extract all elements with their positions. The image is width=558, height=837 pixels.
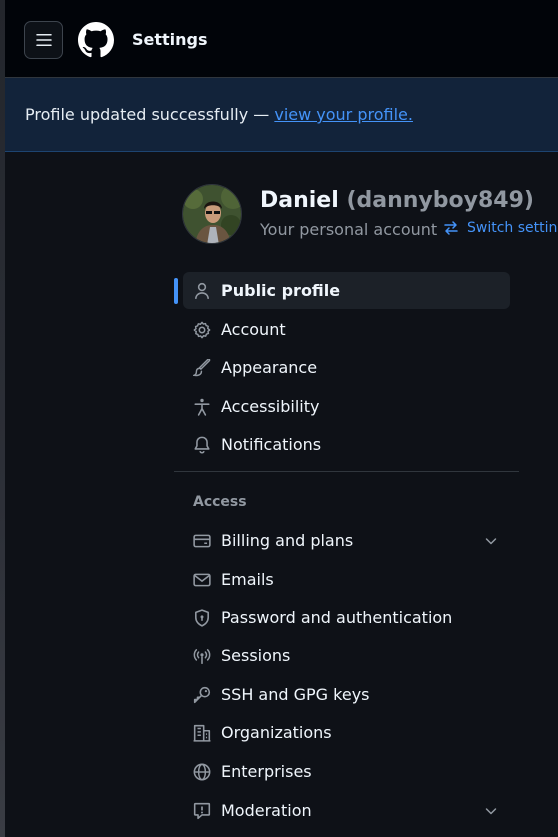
- account-name: Daniel (dannyboy849): [260, 188, 534, 213]
- arrow-switch-icon: [443, 220, 459, 236]
- page-title: Settings: [132, 30, 208, 49]
- nav-ssh-and-gpg-keys[interactable]: SSH and GPG keys: [183, 676, 510, 713]
- section-heading-access: Access: [193, 494, 247, 510]
- accessibility-icon: [193, 398, 211, 416]
- nav-organizations[interactable]: Organizations: [183, 714, 510, 751]
- bell-icon: [193, 436, 211, 454]
- nav-label: Enterprises: [221, 762, 312, 781]
- nav-label: Billing and plans: [221, 531, 354, 550]
- credit-card-icon: [193, 532, 211, 550]
- nav-appearance[interactable]: Appearance: [183, 349, 510, 386]
- nav-label: Account: [221, 320, 286, 339]
- chevron-down-icon[interactable]: [483, 533, 499, 549]
- nav-account[interactable]: Account: [183, 311, 510, 348]
- shield-lock-icon: [193, 609, 211, 627]
- nav-notifications[interactable]: Notifications: [183, 426, 510, 463]
- organization-icon: [193, 724, 211, 742]
- chevron-down-icon[interactable]: [483, 803, 499, 819]
- nav-label: Notifications: [221, 435, 322, 454]
- flash-message: Profile updated successfully —: [25, 105, 275, 124]
- nav-enterprises[interactable]: Enterprises: [183, 753, 510, 790]
- nav-divider: [174, 471, 519, 472]
- key-icon: [193, 686, 211, 704]
- active-indicator: [174, 278, 178, 304]
- nav-public-profile[interactable]: Public profile: [183, 272, 510, 309]
- nav-label: Password and authentication: [221, 608, 453, 627]
- nav-moderation[interactable]: Moderation: [183, 792, 510, 829]
- nav-label: SSH and GPG keys: [221, 685, 370, 704]
- gear-icon: [193, 321, 211, 339]
- nav-accessibility[interactable]: Accessibility: [183, 388, 510, 425]
- nav-label: Emails: [221, 570, 274, 589]
- github-mark-icon[interactable]: [78, 22, 114, 58]
- settings-page: Settings Profile updated successfully — …: [5, 0, 558, 837]
- avatar[interactable]: [182, 184, 242, 244]
- view-profile-link[interactable]: view your profile.: [274, 105, 413, 124]
- account-subtitle: Your personal account: [260, 220, 438, 239]
- nav-billing-and-plans[interactable]: Billing and plans: [183, 522, 510, 559]
- flash-banner: Profile updated successfully — view your…: [5, 78, 558, 152]
- person-icon: [193, 282, 211, 300]
- nav-label: Moderation: [221, 801, 312, 820]
- nav-sessions[interactable]: Sessions: [183, 637, 510, 674]
- nav-label: Accessibility: [221, 397, 320, 416]
- username: (dannyboy849): [346, 188, 534, 213]
- menu-button[interactable]: [24, 21, 63, 59]
- broadcast-icon: [193, 647, 211, 665]
- report-icon: [193, 802, 211, 820]
- nav-label: Public profile: [221, 281, 341, 300]
- nav-label: Organizations: [221, 723, 332, 742]
- nav-password-and-authentication[interactable]: Password and authentication: [183, 599, 510, 636]
- app-header: Settings: [5, 0, 558, 78]
- globe-icon: [193, 763, 211, 781]
- paintbrush-icon: [193, 359, 211, 377]
- nav-label: Appearance: [221, 358, 318, 377]
- nav-emails[interactable]: Emails: [183, 561, 510, 598]
- nav-label: Sessions: [221, 646, 291, 665]
- mail-icon: [193, 571, 211, 589]
- display-name: Daniel: [260, 188, 339, 213]
- switch-account-link[interactable]: Switch setting: [443, 220, 558, 236]
- hamburger-icon: [35, 32, 52, 48]
- switch-label: Switch setting: [467, 220, 558, 236]
